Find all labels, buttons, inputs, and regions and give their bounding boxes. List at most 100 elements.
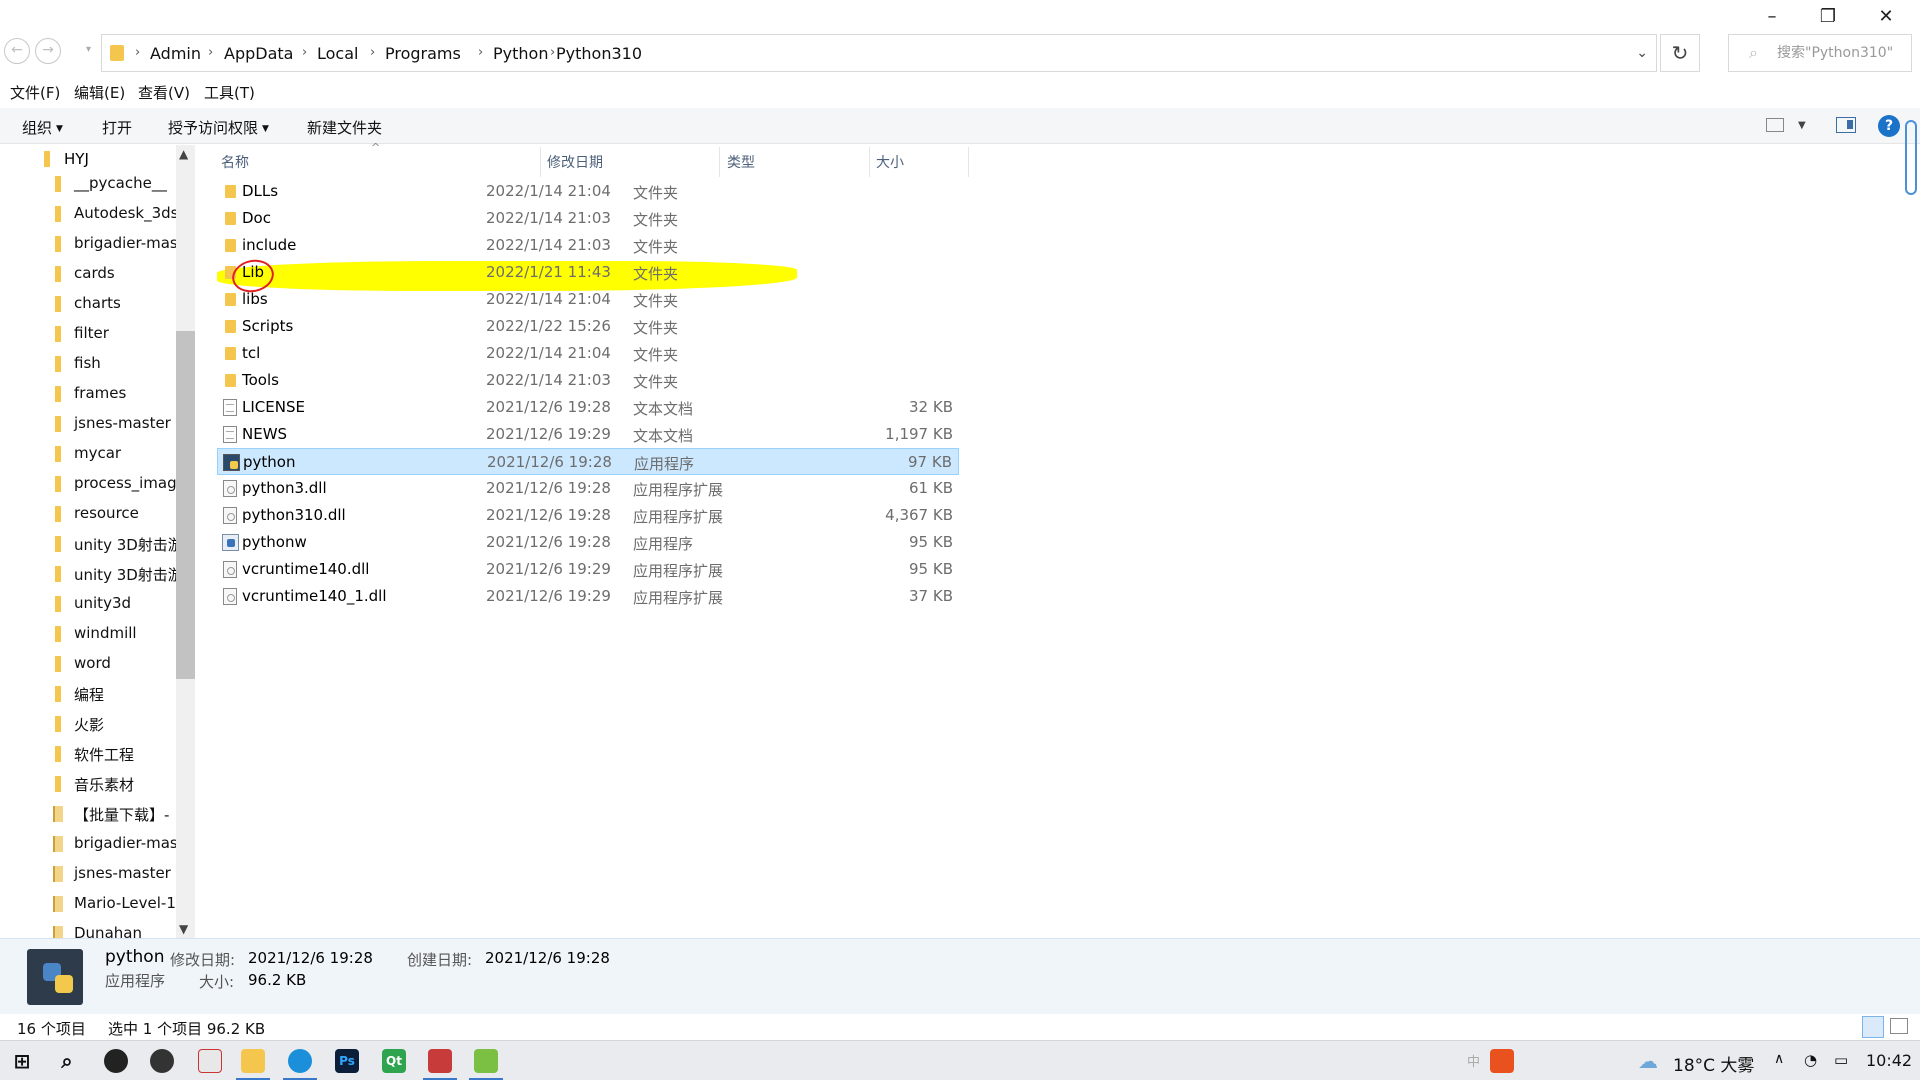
pycharm-icon[interactable]	[474, 1049, 498, 1073]
file-explorer-icon[interactable]	[241, 1049, 265, 1073]
qq-icon[interactable]	[104, 1049, 128, 1073]
column-header-date[interactable]: 修改日期	[547, 152, 603, 172]
music-player-icon[interactable]	[150, 1049, 174, 1073]
open-button[interactable]: 打开	[102, 117, 132, 138]
breadcrumb-python[interactable]: Python	[493, 44, 548, 63]
nav-item[interactable]: 音乐素材	[0, 771, 176, 797]
sogou-input-icon[interactable]	[1490, 1049, 1514, 1073]
search-icon[interactable]: ⌕	[55, 1049, 79, 1073]
nav-item[interactable]: brigadier-mas	[0, 831, 176, 857]
scroll-up-icon[interactable]: ▲	[179, 147, 188, 161]
new-folder-button[interactable]: 新建文件夹	[307, 117, 382, 138]
nav-item[interactable]: Mario-Level-1	[0, 891, 176, 917]
file-row[interactable]: Doc 2022/1/14 21:03 文件夹	[217, 205, 959, 232]
breadcrumb-admin[interactable]: Admin	[150, 44, 201, 63]
nav-scrollbar[interactable]: ▲ ▼	[176, 145, 195, 938]
file-row[interactable]: tcl 2022/1/14 21:04 文件夹	[217, 340, 959, 367]
breadcrumb-separator-icon[interactable]: ›	[302, 45, 307, 60]
file-row[interactable]: include 2022/1/14 21:03 文件夹	[217, 232, 959, 259]
file-row[interactable]: python 2021/12/6 19:28 应用程序 97 KB	[217, 448, 959, 475]
nav-item[interactable]: Autodesk_3ds	[0, 201, 176, 227]
file-row[interactable]: Tools 2022/1/14 21:03 文件夹	[217, 367, 959, 394]
breadcrumb-separator-icon[interactable]: ›	[478, 45, 483, 60]
close-icon[interactable]: ✕	[1858, 0, 1914, 34]
details-view-icon[interactable]	[1862, 1016, 1884, 1038]
nav-item[interactable]: unity3d	[0, 591, 176, 617]
address-dropdown-icon[interactable]: ⌄	[1636, 45, 1648, 61]
nav-item[interactable]: 火影	[0, 711, 176, 737]
menu-edit[interactable]: 编辑(E)	[74, 82, 125, 103]
nav-item[interactable]: unity 3D射击游	[0, 531, 176, 557]
file-row[interactable]: libs 2022/1/14 21:04 文件夹	[217, 286, 959, 313]
menu-view[interactable]: 查看(V)	[138, 82, 190, 103]
battery-icon[interactable]: ▭	[1834, 1051, 1848, 1069]
column-divider[interactable]	[540, 147, 541, 177]
nav-item[interactable]: 编程	[0, 681, 176, 707]
nav-item[interactable]: cards	[0, 261, 176, 287]
nav-item[interactable]: 软件工程	[0, 741, 176, 767]
file-row[interactable]: Lib 2022/1/21 11:43 文件夹	[217, 259, 959, 286]
qt-creator-icon[interactable]: Qt	[382, 1049, 406, 1073]
clock-time[interactable]: 10:42	[1866, 1051, 1912, 1070]
file-row[interactable]: NEWS 2021/12/6 19:29 文本文档 1,197 KB	[217, 421, 959, 448]
breadcrumb-programs[interactable]: Programs	[385, 44, 461, 63]
nav-item[interactable]: windmill	[0, 621, 176, 647]
grant-access-button[interactable]: 授予访问权限 ▼	[168, 117, 269, 138]
windows-start-icon[interactable]: ⊞	[10, 1049, 34, 1073]
wifi-icon[interactable]: ◔	[1804, 1051, 1817, 1069]
back-icon[interactable]: ←	[4, 38, 30, 64]
file-row[interactable]: vcruntime140_1.dll 2021/12/6 19:29 应用程序扩展 3…	[217, 583, 959, 610]
column-divider[interactable]	[719, 147, 720, 177]
help-icon[interactable]: ?	[1878, 115, 1900, 137]
column-divider[interactable]	[968, 147, 969, 177]
weather-cloud-icon[interactable]: ☁	[1636, 1049, 1660, 1073]
ime-indicator[interactable]: 中	[1467, 1051, 1480, 1070]
address-bar[interactable]: › Admin › AppData › Local › Programs › P…	[101, 34, 1657, 72]
nav-item[interactable]: __pycache__	[0, 171, 176, 197]
breadcrumb-local[interactable]: Local	[317, 44, 358, 63]
nav-item[interactable]: fish	[0, 351, 176, 377]
restore-icon[interactable]: ❐	[1800, 0, 1856, 34]
app-icon[interactable]	[198, 1049, 222, 1073]
nav-item[interactable]: Dunahan	[0, 921, 176, 938]
nav-item[interactable]: process_imag	[0, 471, 176, 497]
nav-item[interactable]: word	[0, 651, 176, 677]
nav-item[interactable]: filter	[0, 321, 176, 347]
file-row[interactable]: vcruntime140.dll 2021/12/6 19:29 应用程序扩展 95 …	[217, 556, 959, 583]
file-row[interactable]: python3.dll 2021/12/6 19:28 应用程序扩展 61 KB	[217, 475, 959, 502]
chevron-up-icon[interactable]: ∧	[1774, 1051, 1784, 1067]
nav-item[interactable]: jsnes-master	[0, 411, 176, 437]
nav-item[interactable]: unity 3D射击游	[0, 561, 176, 587]
recent-locations-icon[interactable]: ▾	[86, 44, 91, 55]
file-list-scrollbar[interactable]	[1905, 120, 1917, 195]
scroll-down-icon[interactable]: ▼	[179, 922, 188, 936]
column-header-size[interactable]: 大小	[876, 152, 904, 172]
minimize-icon[interactable]: –	[1744, 0, 1800, 34]
file-row[interactable]: Scripts 2022/1/22 15:26 文件夹	[217, 313, 959, 340]
nav-item[interactable]: resource	[0, 501, 176, 527]
nav-item[interactable]: charts	[0, 291, 176, 317]
nav-root-item[interactable]: HYJ	[0, 145, 176, 171]
nav-item[interactable]: frames	[0, 381, 176, 407]
breadcrumb-python310[interactable]: Python310	[556, 44, 642, 63]
app-icon[interactable]	[428, 1049, 452, 1073]
preview-pane-icon[interactable]	[1836, 117, 1856, 133]
photoshop-icon[interactable]: Ps	[335, 1049, 359, 1073]
nav-item[interactable]: jsnes-master	[0, 861, 176, 887]
breadcrumb-separator-icon[interactable]: ›	[135, 45, 140, 60]
nav-item[interactable]: 【批量下载】-	[0, 801, 176, 827]
column-divider[interactable]	[869, 147, 870, 177]
column-header-name[interactable]: 名称	[221, 152, 249, 172]
nav-item[interactable]: brigadier-mas	[0, 231, 176, 257]
forward-icon[interactable]: →	[35, 38, 61, 64]
scroll-thumb[interactable]	[176, 331, 195, 679]
breadcrumb-separator-icon[interactable]: ›	[208, 45, 213, 60]
file-row[interactable]: DLLs 2022/1/14 21:04 文件夹	[217, 178, 959, 205]
view-options-icon[interactable]	[1766, 118, 1784, 132]
file-row[interactable]: LICENSE 2021/12/6 19:28 文本文档 32 KB	[217, 394, 959, 421]
weather-text[interactable]: 18°C 大雾	[1673, 1051, 1754, 1076]
column-header-type[interactable]: 类型	[727, 152, 755, 172]
breadcrumb-separator-icon[interactable]: ›	[370, 45, 375, 60]
large-icons-view-icon[interactable]	[1890, 1018, 1908, 1034]
breadcrumb-separator-icon[interactable]: ›	[550, 45, 555, 60]
